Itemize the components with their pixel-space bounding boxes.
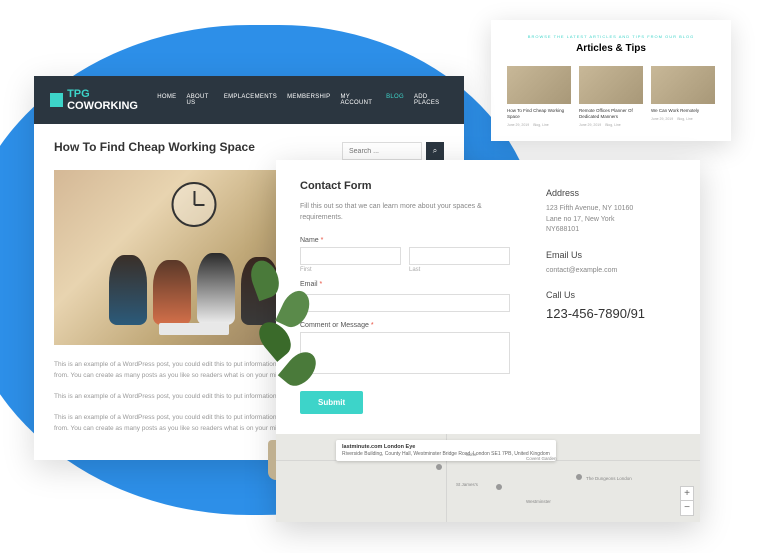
form-title: Contact Form xyxy=(300,180,510,192)
logo-icon xyxy=(50,93,63,107)
contact-form: Contact Form Fill this out so that we ca… xyxy=(300,180,510,414)
article-meta: June 29, 2019Blog, Line xyxy=(651,117,715,121)
map-label: St James's xyxy=(456,482,478,487)
map-label: Westminster xyxy=(526,499,551,504)
email-us-text: contact@example.com xyxy=(546,266,676,277)
article-title: Remote Offices Planner Of Dedicated Mann… xyxy=(579,108,643,120)
name-label: Name * xyxy=(300,237,510,244)
last-name-input[interactable] xyxy=(409,247,510,265)
call-us-title: Call Us xyxy=(546,290,676,300)
address-text: 123 Fifth Avenue, NY 10160 Lane no 17, N… xyxy=(546,204,676,236)
article-item[interactable]: How To Find Cheap Working Space June 29,… xyxy=(507,66,571,127)
articles-eyebrow: BROWSE THE LATEST ARTICLES AND TIPS FROM… xyxy=(507,34,715,39)
nav-add-places[interactable]: ADD PLACES xyxy=(414,94,448,106)
articles-title: Articles & Tips xyxy=(507,43,715,54)
search-icon: ⌕ xyxy=(433,146,437,155)
article-meta: June 29, 2019Blog, Line xyxy=(507,123,571,127)
comment-label: Comment or Message * xyxy=(300,322,510,329)
article-title: How To Find Cheap Working Space xyxy=(507,108,571,120)
contact-card: Contact Form Fill this out so that we ca… xyxy=(276,160,700,522)
contact-info: Address 123 Fifth Avenue, NY 10160 Lane … xyxy=(534,180,676,414)
clock-icon xyxy=(172,182,217,227)
map[interactable]: lastminute.com London Eye Riverside Buil… xyxy=(276,434,700,522)
article-thumbnail xyxy=(651,66,715,104)
article-thumbnail xyxy=(507,66,571,104)
nav-menu: HOME ABOUT US EMPLACEMENTS MEMBERSHIP MY… xyxy=(157,94,448,106)
article-thumbnail xyxy=(579,66,643,104)
article-title: We Can Work Remotely xyxy=(651,108,715,114)
logo[interactable]: TPG COWORKING xyxy=(50,88,157,112)
navbar: TPG COWORKING HOME ABOUT US EMPLACEMENTS… xyxy=(34,76,464,124)
email-us-title: Email Us xyxy=(546,250,676,260)
logo-text: TPG COWORKING xyxy=(67,88,157,112)
map-zoom-controls: + − xyxy=(680,486,694,516)
email-label: Email * xyxy=(300,281,510,288)
nav-emplacements[interactable]: EMPLACEMENTS xyxy=(224,94,277,106)
nav-blog[interactable]: BLOG xyxy=(386,94,404,106)
map-label: The Dungeons London xyxy=(586,476,632,481)
last-sublabel: Last xyxy=(409,267,510,273)
map-label: Soho xyxy=(466,452,477,457)
article-item[interactable]: We Can Work Remotely June 29, 2019Blog, … xyxy=(651,66,715,127)
nav-about[interactable]: ABOUT US xyxy=(186,94,213,106)
nav-account[interactable]: MY ACCOUNT xyxy=(340,94,376,106)
map-tooltip: lastminute.com London Eye Riverside Buil… xyxy=(336,440,556,462)
comment-textarea[interactable] xyxy=(300,332,510,374)
map-label: Covent Garden xyxy=(526,456,557,461)
nav-home[interactable]: HOME xyxy=(157,94,176,106)
zoom-out-button[interactable]: − xyxy=(681,501,693,515)
nav-membership[interactable]: MEMBERSHIP xyxy=(287,94,330,106)
article-meta: June 29, 2019Blog, Line xyxy=(579,123,643,127)
articles-list: How To Find Cheap Working Space June 29,… xyxy=(507,66,715,127)
email-input[interactable] xyxy=(300,294,510,312)
zoom-in-button[interactable]: + xyxy=(681,487,693,501)
search-button[interactable]: ⌕ xyxy=(426,142,444,160)
phone-number: 123-456-7890/91 xyxy=(546,306,676,321)
articles-card: BROWSE THE LATEST ARTICLES AND TIPS FROM… xyxy=(491,20,731,141)
address-title: Address xyxy=(546,188,676,198)
article-item[interactable]: Remote Offices Planner Of Dedicated Mann… xyxy=(579,66,643,127)
search-input[interactable] xyxy=(342,142,422,160)
form-subtitle: Fill this out so that we can learn more … xyxy=(300,202,510,223)
